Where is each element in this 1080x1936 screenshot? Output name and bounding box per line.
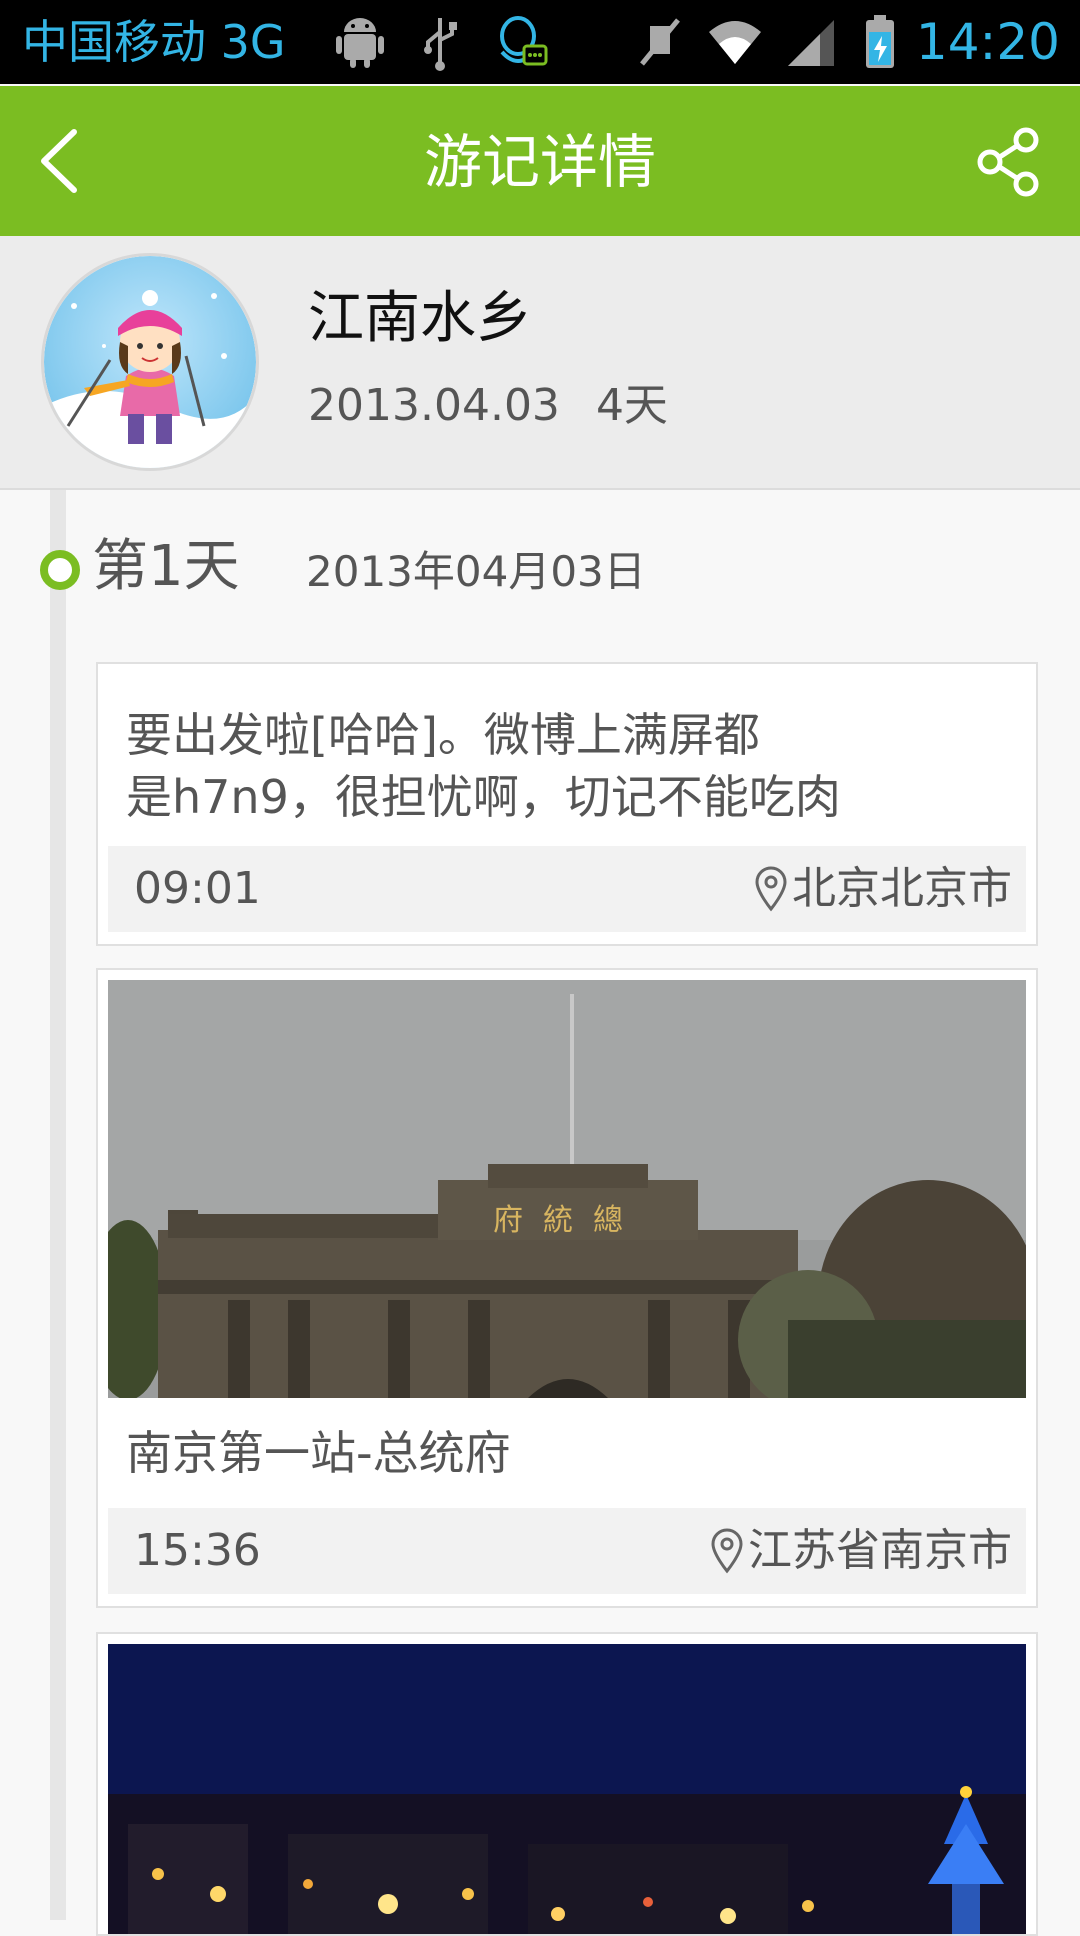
entry-text-line: 要出发啦[哈哈]。微博上满屏都 xyxy=(126,708,760,762)
timeline-dot xyxy=(40,550,80,590)
list-item[interactable]: 要出发啦[哈哈]。微博上满屏都 是h7n9，很担忧啊，切记不能吃肉 09:01 … xyxy=(96,662,1038,946)
photo-night-city xyxy=(108,1644,1026,1934)
entry-footer: 15:36 江苏省南京市 xyxy=(108,1508,1026,1594)
sign-text: 府統總 xyxy=(493,1203,643,1238)
entry-location-label: 北京北京市 xyxy=(792,863,1012,914)
entry-caption: 南京第一站-总统府 xyxy=(126,1426,511,1480)
usb-icon xyxy=(424,18,457,71)
entry-photo[interactable] xyxy=(108,1644,1026,1934)
entry-location[interactable]: 北京北京市 xyxy=(754,860,1012,918)
list-item[interactable]: 府統總 南京第一站-总统府 15:36 江苏省南京市 xyxy=(96,968,1038,1608)
location-pin-icon xyxy=(711,1528,743,1574)
entry-location[interactable]: 江苏省南京市 xyxy=(710,1522,1012,1580)
carrier-label: 中国移动 3G xyxy=(22,15,286,69)
signal-icon xyxy=(788,20,834,66)
list-item[interactable] xyxy=(96,1632,1038,1936)
page-title: 游记详情 xyxy=(423,128,656,196)
day-label: 第1天 xyxy=(92,534,240,599)
app-header: 游记详情 xyxy=(0,86,1080,236)
trip-title: 江南水乡 xyxy=(308,286,532,351)
location-pin-icon xyxy=(755,866,787,912)
entry-location-label: 江苏省南京市 xyxy=(748,1525,1012,1576)
entry-photo[interactable]: 府統總 xyxy=(108,980,1026,1398)
avatar[interactable] xyxy=(44,256,256,468)
qq-icon xyxy=(500,16,548,66)
entry-text-line: 是h7n9，很担忧啊，切记不能吃肉 xyxy=(126,770,841,824)
status-bar: 中国移动 3G 14:20 xyxy=(0,0,1080,84)
clock: 14:20 xyxy=(915,13,1060,71)
trip-start-date: 2013.04.03 xyxy=(308,380,560,431)
trip-summary: 江南水乡 2013.04.03 4天 xyxy=(0,236,1080,490)
photo-presidential-palace: 府統總 xyxy=(108,980,1026,1398)
share-button[interactable] xyxy=(972,126,1044,198)
android-icon xyxy=(336,18,384,68)
day-date: 2013年04月03日 xyxy=(306,547,646,596)
entry-footer: 09:01 北京北京市 xyxy=(108,846,1026,932)
battery-icon xyxy=(866,15,894,68)
entry-time: 15:36 xyxy=(134,1525,261,1576)
mute-icon xyxy=(640,18,680,66)
entry-text: 要出发啦[哈哈]。微博上满屏都 是h7n9，很担忧啊，切记不能吃肉 xyxy=(126,704,1008,828)
timeline-line xyxy=(50,490,66,1920)
trip-meta: 2013.04.03 4天 xyxy=(308,378,704,434)
entry-time: 09:01 xyxy=(134,863,261,914)
wifi-icon xyxy=(709,21,761,64)
trip-duration: 4天 xyxy=(595,380,668,431)
avatar-illustration xyxy=(44,256,256,468)
